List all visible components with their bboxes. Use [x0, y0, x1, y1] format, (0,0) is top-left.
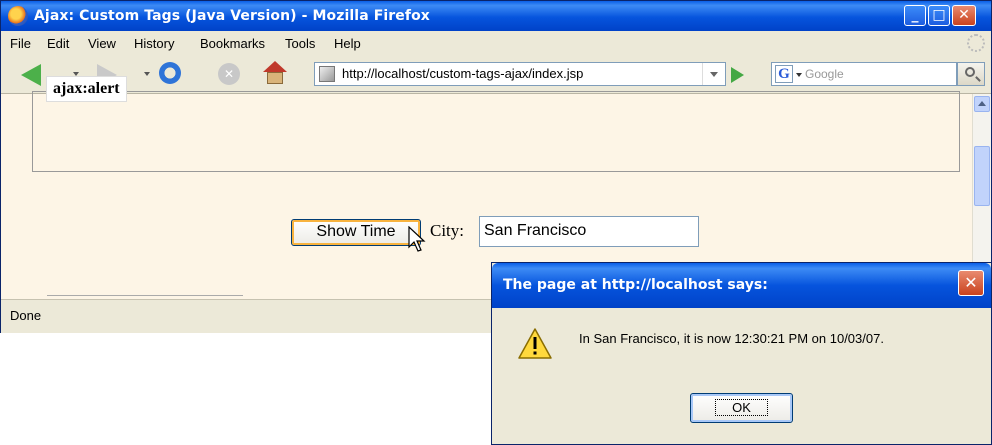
- reload-icon[interactable]: [159, 62, 181, 84]
- search-placeholder: Google: [805, 67, 844, 81]
- throbber-icon: [967, 34, 985, 52]
- search-button[interactable]: [957, 62, 985, 86]
- search-icon: [965, 67, 975, 77]
- menu-help[interactable]: Help: [334, 36, 361, 51]
- dialog-close-button[interactable]: ✕: [958, 270, 984, 296]
- search-engine-icon[interactable]: G: [775, 65, 793, 83]
- window-title: Ajax: Custom Tags (Java Version) - Mozil…: [34, 8, 430, 24]
- back-icon[interactable]: [21, 64, 41, 86]
- menu-view[interactable]: View: [88, 36, 116, 51]
- alert-dialog: The page at http://localhost says: ✕ In …: [491, 262, 992, 445]
- firefox-icon: [8, 6, 28, 26]
- menu-edit[interactable]: Edit: [47, 36, 69, 51]
- search-input[interactable]: G Google: [771, 62, 957, 86]
- home-icon[interactable]: [263, 61, 287, 85]
- warning-icon: [517, 327, 553, 361]
- window-titlebar[interactable]: Ajax: Custom Tags (Java Version) - Mozil…: [1, 1, 991, 31]
- dialog-title: The page at http://localhost says:: [503, 277, 768, 293]
- show-time-button[interactable]: Show Time: [291, 219, 421, 246]
- menu-bar: File Edit View History Bookmarks Tools H…: [1, 31, 991, 55]
- scroll-thumb[interactable]: [974, 146, 990, 206]
- city-input[interactable]: San Francisco: [479, 216, 699, 247]
- forward-history-dropdown-icon[interactable]: [144, 72, 150, 76]
- ok-button[interactable]: OK: [690, 393, 793, 423]
- stop-icon[interactable]: ✕: [218, 63, 240, 85]
- search-engine-dropdown-icon[interactable]: [796, 73, 802, 77]
- city-label: City:: [430, 221, 465, 240]
- maximize-button[interactable]: □: [928, 5, 950, 26]
- go-icon[interactable]: [731, 67, 744, 83]
- scroll-up-icon[interactable]: [974, 96, 990, 112]
- dialog-message: In San Francisco, it is now 12:30:21 PM …: [579, 331, 884, 346]
- dialog-titlebar[interactable]: The page at http://localhost says: ✕: [492, 263, 991, 308]
- minimize-button[interactable]: _: [904, 5, 926, 26]
- ajax-alert-fieldset: [32, 91, 960, 172]
- url-text[interactable]: http://localhost/custom-tags-ajax/index.…: [342, 66, 583, 81]
- url-bar[interactable]: http://localhost/custom-tags-ajax/index.…: [314, 62, 726, 86]
- navigation-toolbar: ✕ http://localhost/custom-tags-ajax/inde…: [1, 55, 991, 94]
- menu-history[interactable]: History: [134, 36, 174, 51]
- page-favicon-icon: [319, 66, 335, 82]
- menu-tools[interactable]: Tools: [285, 36, 315, 51]
- ok-button-label: OK: [715, 399, 768, 416]
- url-history-dropdown-icon[interactable]: [702, 63, 725, 85]
- close-button[interactable]: ✕: [952, 5, 976, 26]
- status-text: Done: [10, 308, 42, 323]
- fieldset-legend: ajax:alert: [46, 76, 127, 102]
- menu-bookmarks[interactable]: Bookmarks: [200, 36, 265, 51]
- menu-file[interactable]: File: [10, 36, 31, 51]
